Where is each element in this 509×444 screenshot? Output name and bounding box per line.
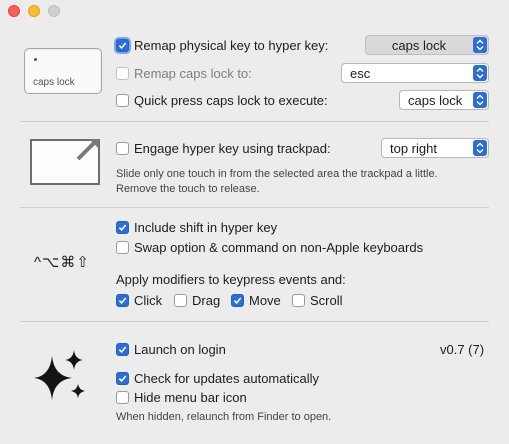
trackpad-help-line-1: Slide only one touch in from the selecte…: [116, 168, 438, 180]
quick-press-row: Quick press caps lock to execute:: [116, 93, 328, 108]
chevron-updown-icon: [473, 65, 487, 81]
launch-login-checkbox[interactable]: [116, 343, 129, 356]
key-illustration-label: caps lock: [33, 77, 75, 88]
hyper-key-source-value: caps lock: [391, 37, 447, 53]
move-checkbox[interactable]: [231, 294, 244, 307]
quick-press-value: caps lock: [408, 92, 463, 108]
section-divider: [20, 121, 489, 122]
quick-press-label: Quick press caps lock to execute:: [134, 93, 328, 108]
hide-icon-note: When hidden, relaunch from Finder to ope…: [116, 411, 332, 423]
move-label: Move: [249, 293, 281, 308]
engage-trackpad-label: Engage hyper key using trackpad:: [134, 141, 331, 156]
zoom-window-button[interactable]: [48, 5, 60, 17]
hide-icon-label: Hide menu bar icon: [134, 390, 247, 405]
hide-icon-checkbox[interactable]: [116, 391, 129, 404]
close-window-button[interactable]: [8, 5, 20, 17]
swap-option-checkbox[interactable]: [116, 241, 129, 254]
remap-caps-value: esc: [350, 65, 371, 81]
quick-press-checkbox[interactable]: [116, 94, 129, 107]
title-bar: [0, 0, 509, 22]
engage-trackpad-checkbox[interactable]: [116, 142, 129, 155]
chevron-updown-icon: [473, 140, 487, 156]
minimize-window-button[interactable]: [28, 5, 40, 17]
trackpad-help-text: Slide only one touch in from the selecte…: [116, 167, 496, 197]
remap-caps-checkbox[interactable]: [116, 67, 129, 80]
chevron-updown-icon: [473, 37, 487, 53]
trackpad-area-value: top right: [390, 140, 437, 156]
trackpad-area-select[interactable]: top right: [381, 138, 489, 158]
include-shift-row: Include shift in hyper key: [116, 220, 277, 235]
remap-caps-row: Remap caps lock to:: [116, 66, 252, 81]
caps-lock-indicator-dot: [34, 58, 37, 61]
remap-physical-checkbox[interactable]: [116, 39, 129, 52]
trackpad-help-line-2: Remove the touch to release.: [116, 183, 260, 195]
quick-press-select[interactable]: caps lock: [399, 90, 489, 110]
caps-lock-key-illustration: caps lock: [24, 48, 102, 94]
hide-icon-row: Hide menu bar icon: [116, 390, 247, 405]
check-updates-checkbox[interactable]: [116, 372, 129, 385]
check-updates-row: Check for updates automatically: [116, 371, 319, 386]
apply-modifiers-label: Apply modifiers to keypress events and:: [116, 272, 346, 287]
check-updates-label: Check for updates automatically: [134, 371, 319, 386]
sparkles-icon: [34, 350, 85, 400]
drag-row: Drag: [174, 293, 220, 308]
scroll-checkbox[interactable]: [292, 294, 305, 307]
remap-caps-label: Remap caps lock to:: [134, 66, 252, 81]
remap-caps-select[interactable]: esc: [341, 63, 489, 83]
include-shift-checkbox[interactable]: [116, 221, 129, 234]
click-checkbox[interactable]: [116, 294, 129, 307]
section-divider: [20, 321, 489, 322]
drag-checkbox[interactable]: [174, 294, 187, 307]
click-label: Click: [134, 293, 163, 308]
section-divider: [20, 207, 489, 208]
swap-option-label: Swap option & command on non-Apple keybo…: [134, 240, 424, 255]
drag-label: Drag: [192, 293, 221, 308]
remap-physical-label: Remap physical key to hyper key:: [134, 38, 329, 53]
swap-option-row: Swap option & command on non-Apple keybo…: [116, 240, 423, 255]
version-label: v0.7 (7): [440, 342, 485, 357]
chevron-updown-icon: [473, 92, 487, 108]
include-shift-label: Include shift in hyper key: [134, 220, 278, 235]
hyper-key-source-select[interactable]: caps lock: [365, 35, 489, 55]
launch-login-label: Launch on login: [134, 342, 226, 357]
scroll-label: Scroll: [310, 293, 343, 308]
modifier-symbols: ^⌥⌘⇧: [34, 254, 90, 271]
trackpad-swipe-arrow-icon: [76, 139, 99, 161]
remap-physical-row: Remap physical key to hyper key:: [116, 38, 328, 53]
move-row: Move: [231, 293, 281, 308]
scroll-row: Scroll: [292, 293, 343, 308]
trackpad-illustration: [30, 139, 100, 185]
click-row: Click: [116, 293, 162, 308]
engage-trackpad-row: Engage hyper key using trackpad:: [116, 141, 331, 156]
launch-login-row: Launch on login: [116, 342, 226, 357]
